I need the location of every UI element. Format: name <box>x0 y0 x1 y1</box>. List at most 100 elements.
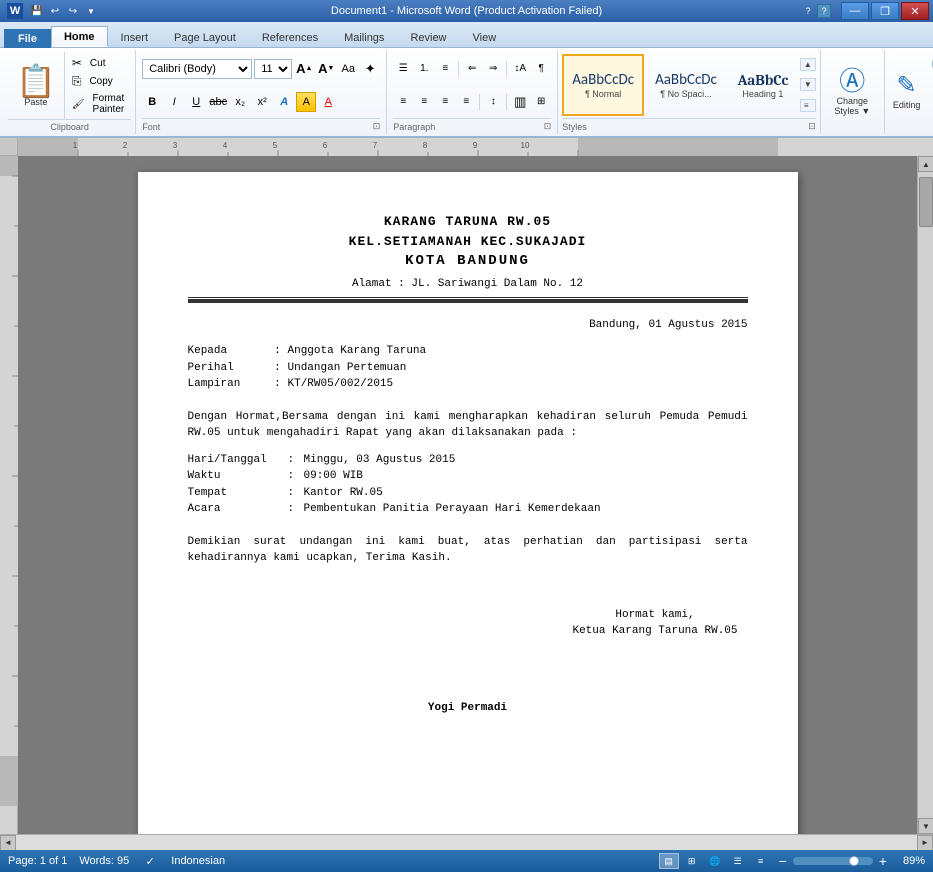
align-right-button[interactable]: ≡ <box>435 92 455 112</box>
close-button[interactable]: ✕ <box>901 2 929 20</box>
detail-tempat: Tempat : Kantor RW.05 <box>188 485 748 502</box>
style-normal-preview: AaBbCcDc <box>572 71 634 89</box>
style-no-spacing[interactable]: AaBbCcDc ¶ No Spaci... <box>646 54 726 116</box>
tab-mailings[interactable]: Mailings <box>331 27 397 47</box>
para-row1: ☰ 1. ≡ ⇐ ⇒ ↕A ¶ <box>393 59 551 79</box>
undo-button[interactable]: ↩ <box>47 3 63 19</box>
change-case-button[interactable]: Aa <box>338 59 358 79</box>
clipboard-small-buttons: ✂ Cut ⎘ Copy 🖌 Format Painter <box>65 52 131 119</box>
ribbon-tabs: File Home Insert Page Layout References … <box>0 22 933 48</box>
multilevel-list-button[interactable]: ≡ <box>435 59 455 79</box>
restore-button[interactable]: ❐ <box>871 2 899 20</box>
format-painter-label[interactable]: Format Painter <box>90 92 128 116</box>
text-effects-button[interactable]: A <box>274 92 294 112</box>
style-no-spacing-label: ¶ No Spaci... <box>660 89 711 99</box>
web-layout-view-button[interactable]: 🌐 <box>705 853 725 869</box>
justify-button[interactable]: ≡ <box>456 92 476 112</box>
clear-formatting-button[interactable]: ✦ <box>360 59 380 79</box>
styles-scroll-down[interactable]: ▼ <box>800 78 816 91</box>
ribbon-minimize-icon[interactable]: ? <box>801 4 815 18</box>
scroll-down-button[interactable]: ▼ <box>918 818 933 834</box>
zoom-minus-button[interactable]: − <box>777 853 789 869</box>
outline-view-button[interactable]: ☰ <box>728 853 748 869</box>
bullets-button[interactable]: ☰ <box>393 59 413 79</box>
editing-label: Editing <box>893 100 921 110</box>
styles-more[interactable]: ≡ <box>800 99 816 112</box>
sort-button[interactable]: ↕A <box>510 59 530 79</box>
grow-font-button[interactable]: A▲ <box>294 59 314 79</box>
copy-button[interactable]: ⎘ <box>69 73 85 90</box>
minimize-button[interactable]: — <box>841 2 869 20</box>
header-divider <box>188 297 748 303</box>
doc-signature: Hormat kami, Ketua Karang Taruna RW.05 <box>572 607 737 640</box>
font-dialog-launcher[interactable]: ⊡ <box>373 121 381 132</box>
meta-kepada-label: Kepada <box>188 343 268 360</box>
tab-home[interactable]: Home <box>51 26 108 47</box>
tab-review[interactable]: Review <box>397 27 459 47</box>
scroll-left-button[interactable]: ◄ <box>0 835 16 851</box>
meta-perihal: Perihal : Undangan Pertemuan <box>188 360 748 377</box>
change-styles-button[interactable]: Ⓐ ChangeStyles ▼ <box>821 50 885 134</box>
font-color-button[interactable]: A <box>318 92 338 112</box>
font-family-select[interactable]: Calibri (Body) <box>142 59 252 79</box>
help-icon[interactable]: ? <box>817 4 831 18</box>
full-screen-view-button[interactable]: ⊞ <box>682 853 702 869</box>
subscript-button[interactable]: x₂ <box>230 92 250 112</box>
window-title: Document1 - Microsoft Word (Product Acti… <box>331 5 602 17</box>
copy-label[interactable]: Copy <box>86 75 115 88</box>
document-page[interactable]: KARANG TARUNA RW.05 KEL.SETIAMANAH KEC.S… <box>138 172 798 834</box>
line-spacing-button[interactable]: ↕ <box>483 92 503 112</box>
shading-button[interactable]: ▥ <box>510 92 530 112</box>
highlight-button[interactable]: A <box>296 92 316 112</box>
zoom-plus-button[interactable]: + <box>877 853 889 869</box>
underline-button[interactable]: U <box>186 92 206 112</box>
font-size-select[interactable]: 11 <box>254 59 292 79</box>
borders-button[interactable]: ⊞ <box>531 92 551 112</box>
app-icon: W <box>7 3 23 19</box>
align-left-button[interactable]: ≡ <box>393 92 413 112</box>
bold-button[interactable]: B <box>142 92 162 112</box>
style-heading1[interactable]: AaBbCc Heading 1 <box>728 54 798 116</box>
format-painter-button[interactable]: 🖌 <box>69 98 88 111</box>
print-layout-view-button[interactable]: ▤ <box>659 853 679 869</box>
style-normal[interactable]: AaBbCcDc ¶ Normal <box>562 54 644 116</box>
document-scroll-area[interactable]: KARANG TARUNA RW.05 KEL.SETIAMANAH KEC.S… <box>18 156 917 834</box>
meta-kepada-value: Anggota Karang Taruna <box>288 343 748 360</box>
draft-view-button[interactable]: ≡ <box>751 853 771 869</box>
cut-button[interactable]: ✂ <box>69 55 85 71</box>
clipboard-group: 📋 Paste ✂ Cut ⎘ Copy 🖌 Format Painter <box>4 50 136 134</box>
show-marks-button[interactable]: ¶ <box>531 59 551 79</box>
paragraph-group-label: Paragraph⊡ <box>393 118 551 132</box>
styles-list: AaBbCcDc ¶ Normal AaBbCcDc ¶ No Spaci...… <box>562 54 798 116</box>
proofing-icon[interactable]: ✓ <box>141 852 159 870</box>
decrease-indent-button[interactable]: ⇐ <box>462 59 482 79</box>
tab-references[interactable]: References <box>249 27 331 47</box>
superscript-button[interactable]: x² <box>252 92 272 112</box>
align-center-button[interactable]: ≡ <box>414 92 434 112</box>
customize-quick-access-button[interactable]: ▼ <box>83 3 99 19</box>
redo-button[interactable]: ↪ <box>65 3 81 19</box>
italic-button[interactable]: I <box>164 92 184 112</box>
tab-view[interactable]: View <box>460 27 510 47</box>
scroll-right-button[interactable]: ► <box>917 835 933 851</box>
detail-waktu: Waktu : 09:00 WIB <box>188 468 748 485</box>
view-buttons: ▤ ⊞ 🌐 ☰ ≡ <box>659 853 771 869</box>
paragraph-dialog-launcher[interactable]: ⊡ <box>544 121 552 132</box>
zoom-slider[interactable] <box>793 857 873 865</box>
paste-button[interactable]: 📋 Paste <box>8 52 65 119</box>
styles-dialog-launcher[interactable]: ⊡ <box>808 121 816 132</box>
cut-label[interactable]: Cut <box>87 57 109 70</box>
tab-insert[interactable]: Insert <box>108 27 162 47</box>
scroll-up-button[interactable]: ▲ <box>918 156 933 172</box>
styles-scroll-up[interactable]: ▲ <box>800 58 816 71</box>
tab-file[interactable]: File <box>4 29 51 48</box>
strikethrough-button[interactable]: abc <box>208 92 228 112</box>
zoom-thumb[interactable] <box>849 856 859 866</box>
save-button[interactable]: 💾 <box>29 3 45 19</box>
numbering-button[interactable]: 1. <box>414 59 434 79</box>
scroll-thumb[interactable] <box>919 177 933 227</box>
increase-indent-button[interactable]: ⇒ <box>483 59 503 79</box>
quick-access-toolbar: 💾 ↩ ↪ ▼ <box>29 3 99 19</box>
tab-page-layout[interactable]: Page Layout <box>161 27 249 47</box>
shrink-font-button[interactable]: A▼ <box>316 59 336 79</box>
